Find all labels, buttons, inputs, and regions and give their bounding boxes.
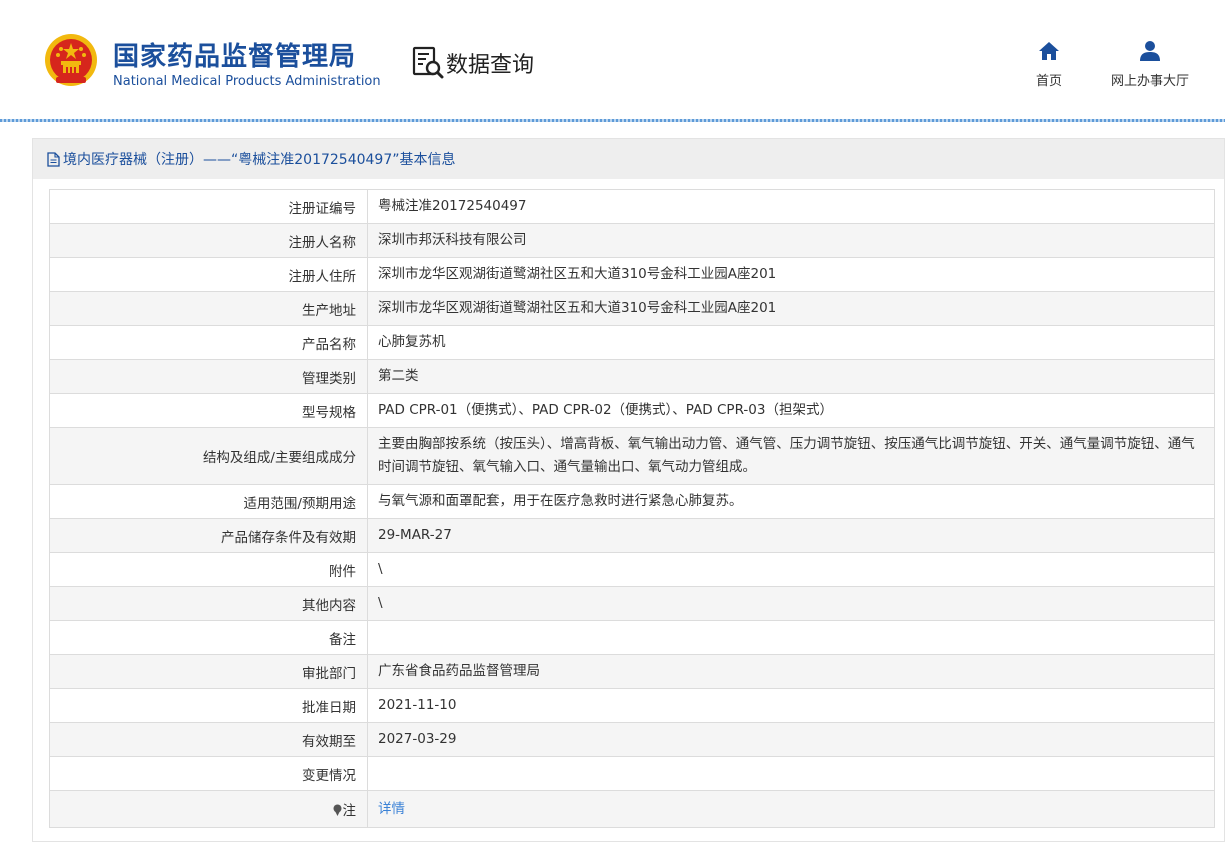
row-value: 第二类 [367,359,1215,394]
row-value: 2021-11-10 [367,688,1215,723]
row-value: 与氧气源和面罩配套，用于在医疗急救时进行紧急心肺复苏。 [367,484,1215,519]
table-row: 适用范围/预期用途 与氧气源和面罩配套，用于在医疗急救时进行紧急心肺复苏。 [49,484,1215,519]
table-row: 注册证编号 粤械注准20172540497 [49,189,1215,224]
pin-icon [333,804,341,816]
table-row: 附件 \ [49,552,1215,587]
row-value: 广东省食品药品监督管理局 [367,654,1215,689]
home-icon [1039,42,1059,60]
row-label: 附件 [49,552,368,587]
note-label: 注 [342,803,357,819]
row-label: 生产地址 [49,291,368,326]
row-value: \ [367,586,1215,621]
table-row: 注册人住所 深圳市龙华区观湖街道鹭湖社区五和大道310号金科工业园A座201 [49,257,1215,292]
row-label: 注册证编号 [49,189,368,224]
row-label-note: 注 [49,790,368,828]
panel-title-text: 境内医疗器械（注册）——“粤械注准20172540497”基本信息 [63,152,456,168]
nav-home-label: 首页 [1035,74,1062,89]
registration-info-table: 注册证编号 粤械注准20172540497 注册人名称 深圳市邦沃科技有限公司 … [49,189,1215,828]
table-row: 产品名称 心肺复苏机 [49,325,1215,360]
row-label: 结构及组成/主要组成成分 [49,427,368,485]
org-name-en: National Medical Products Administration [113,74,381,89]
row-value: 深圳市邦沃科技有限公司 [367,223,1215,258]
row-value: 深圳市龙华区观湖街道鹭湖社区五和大道310号金科工业园A座201 [367,257,1215,292]
row-label: 管理类别 [49,359,368,394]
row-label: 产品名称 [49,325,368,360]
nav-home[interactable]: 首页 [1030,40,1068,89]
user-icon [1140,41,1160,61]
row-label: 其他内容 [49,586,368,621]
row-label: 批准日期 [49,688,368,723]
panel-title: 境内医疗器械（注册）——“粤械注准20172540497”基本信息 [33,139,1224,179]
row-label: 注册人住所 [49,257,368,292]
detail-panel: 境内医疗器械（注册）——“粤械注准20172540497”基本信息 注册证编号 … [32,138,1225,842]
row-value [367,756,1215,791]
table-row: 变更情况 [49,756,1215,791]
row-label: 型号规格 [49,393,368,428]
org-name-cn: 国家药品监督管理局 [113,42,357,72]
row-label: 产品储存条件及有效期 [49,518,368,553]
table-row: 产品储存条件及有效期 29-MAR-27 [49,518,1215,553]
site-header: 国家药品监督管理局 National Medical Products Admi… [0,0,1225,122]
row-label: 变更情况 [49,756,368,791]
row-label: 适用范围/预期用途 [49,484,368,519]
row-label: 有效期至 [49,722,368,757]
table-row: 管理类别 第二类 [49,359,1215,394]
data-query-link[interactable]: 数据查询 [412,46,534,80]
document-search-icon [412,46,444,79]
row-label: 审批部门 [49,654,368,689]
table-row: 备注 [49,620,1215,655]
table-row: 批准日期 2021-11-10 [49,688,1215,723]
table-row: 结构及组成/主要组成成分 主要由胸部按系统（按压头）、增高背板、氧气输出动力管、… [49,427,1215,485]
table-row: 型号规格 PAD CPR-01（便携式）、PAD CPR-02（便携式）、PAD… [49,393,1215,428]
table-row: 注 详情 [49,790,1215,828]
nav-online-service-hall-label: 网上办事大厅 [1110,74,1189,89]
table-row: 注册人名称 深圳市邦沃科技有限公司 [49,223,1215,258]
nav-online-service-hall[interactable]: 网上办事大厅 [1102,40,1198,89]
row-value: 心肺复苏机 [367,325,1215,360]
row-value: PAD CPR-01（便携式）、PAD CPR-02（便携式）、PAD CPR-… [367,393,1215,428]
row-label: 注册人名称 [49,223,368,258]
row-value: \ [367,552,1215,587]
row-value [367,620,1215,655]
details-link[interactable]: 详情 [378,801,405,817]
row-value: 粤械注准20172540497 [367,189,1215,224]
row-value: 29-MAR-27 [367,518,1215,553]
header-divider [0,119,1225,122]
table-row: 有效期至 2027-03-29 [49,722,1215,757]
row-value: 详情 [367,790,1215,828]
document-icon [47,151,60,167]
row-value: 深圳市龙华区观湖街道鹭湖社区五和大道310号金科工业园A座201 [367,291,1215,326]
table-row: 其他内容 \ [49,586,1215,621]
data-query-label: 数据查询 [446,53,535,78]
row-value: 主要由胸部按系统（按压头）、增高背板、氧气输出动力管、通气管、压力调节旋钮、按压… [367,427,1215,485]
table-row: 生产地址 深圳市龙华区观湖街道鹭湖社区五和大道310号金科工业园A座201 [49,291,1215,326]
national-emblem-icon[interactable] [44,33,98,89]
row-label: 备注 [49,620,368,655]
table-row: 审批部门 广东省食品药品监督管理局 [49,654,1215,689]
row-value: 2027-03-29 [367,722,1215,757]
